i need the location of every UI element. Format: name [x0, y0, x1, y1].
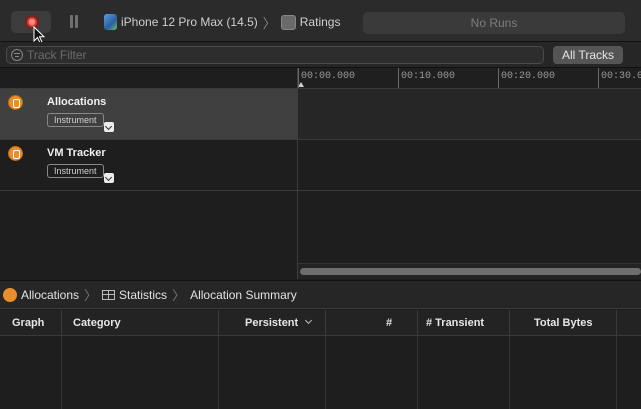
allocations-instrument-icon	[8, 95, 23, 110]
scrollbar-thumb[interactable]	[300, 268, 641, 275]
column-divider	[509, 336, 510, 409]
column-header-count[interactable]: #	[326, 310, 418, 336]
track-divider[interactable]	[297, 68, 298, 279]
toolbar: iPhone 12 Pro Max (14.5) 〉 Ratings No Ru…	[0, 0, 641, 44]
breadcrumb-statistics[interactable]: Statistics	[119, 288, 167, 302]
app-icon	[104, 14, 117, 30]
track-name: VM Tracker	[47, 147, 106, 159]
breadcrumb-allocation-summary[interactable]: Allocation Summary	[190, 288, 297, 302]
target-process-icon	[280, 14, 296, 30]
vm-tracker-instrument-icon	[8, 146, 23, 161]
filter-bar: All Tracks	[0, 42, 641, 68]
track-list-header	[0, 68, 297, 89]
column-header-category[interactable]: Category	[62, 310, 219, 336]
allocations-icon	[3, 287, 17, 302]
column-divider	[61, 336, 62, 409]
chevron-right-icon: 〉	[262, 15, 276, 31]
track-name: Allocations	[47, 96, 107, 108]
column-divider	[616, 336, 617, 409]
table-body[interactable]	[0, 336, 641, 409]
time-ruler[interactable]: 00:00.000 00:10.000 00:20.000 00:30.0	[298, 68, 641, 89]
column-divider	[218, 336, 219, 409]
runs-status[interactable]: No Runs	[363, 12, 625, 34]
record-button[interactable]	[11, 11, 51, 33]
breadcrumb-allocations[interactable]: Allocations	[21, 288, 79, 302]
sort-descending-icon	[305, 316, 313, 325]
track-vm-tracker[interactable]: VM Tracker Instrument	[0, 140, 297, 191]
track-filter-input[interactable]	[27, 47, 527, 63]
chevron-right-icon: 〉	[84, 288, 98, 303]
track-lane-allocations[interactable]	[298, 89, 641, 140]
ruler-tick: 00:20.000	[498, 68, 555, 88]
pause-button[interactable]	[68, 15, 80, 28]
table-icon	[102, 289, 116, 300]
column-header-persistent-label: Persistent	[245, 317, 299, 329]
chevron-down-icon[interactable]	[104, 173, 114, 183]
column-header-persistent[interactable]: Persistent	[219, 310, 326, 336]
track-allocations[interactable]: Allocations Instrument	[0, 89, 297, 140]
column-header-transient[interactable]: # Transient	[418, 310, 510, 336]
column-divider	[417, 336, 418, 409]
column-divider	[325, 336, 326, 409]
column-header-graph[interactable]: Graph	[0, 310, 62, 336]
chevron-right-icon: 〉	[172, 288, 186, 303]
instrument-popup[interactable]: Instrument	[47, 113, 104, 127]
device-label: iPhone 12 Pro Max (14.5)	[121, 15, 258, 29]
filter-icon	[11, 49, 23, 61]
detail-breadcrumb: Allocations 〉 Statistics 〉 Allocation Su…	[0, 280, 641, 309]
instrument-popup[interactable]: Instrument	[47, 164, 104, 178]
all-tracks-button[interactable]: All Tracks	[553, 46, 623, 64]
ruler-tick: 00:00.000	[298, 68, 355, 88]
ruler-tick: 00:10.000	[398, 68, 455, 88]
track-filter-field[interactable]	[6, 46, 544, 64]
ruler-tick: 00:30.0	[598, 68, 641, 88]
target-label: Ratings	[299, 15, 341, 29]
chevron-down-icon[interactable]	[104, 122, 114, 132]
timeline-scrollbar[interactable]	[298, 263, 641, 279]
table-header: Graph Category Persistent # # Transient …	[0, 310, 641, 336]
column-header-total-bytes[interactable]: Total Bytes	[510, 310, 617, 336]
target-selector[interactable]: iPhone 12 Pro Max (14.5) 〉 Ratings	[104, 13, 340, 31]
track-lane-vm-tracker[interactable]	[298, 140, 641, 191]
